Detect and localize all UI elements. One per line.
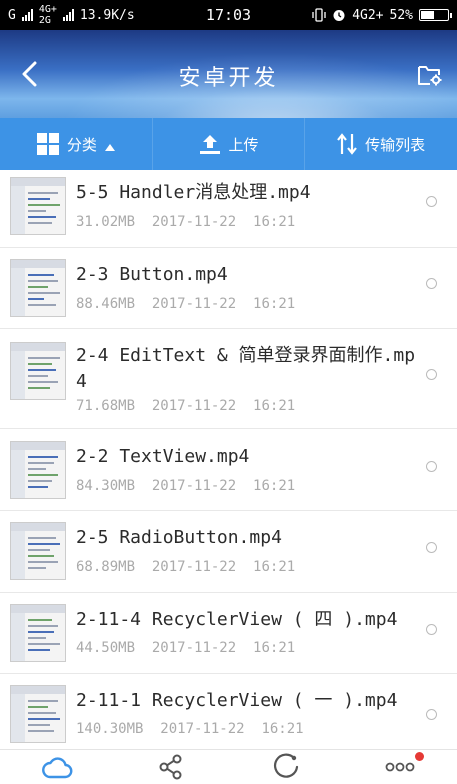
transfer-list-button[interactable]: 传输列表: [305, 118, 457, 170]
file-time: 16:21: [253, 478, 296, 494]
file-date: 2017-11-22: [151, 398, 237, 414]
file-meta: 71.68MB 2017-11-22 16:21: [76, 398, 295, 414]
select-radio[interactable]: [426, 196, 437, 207]
notification-dot: [415, 752, 424, 761]
discover-icon: [273, 753, 298, 778]
file-time: 16:21: [253, 640, 296, 656]
file-date: 2017-11-22: [151, 214, 237, 230]
page-title: 安卓开发: [178, 66, 279, 91]
network-bottom: 2G: [38, 15, 51, 26]
file-size: 88.46MB: [76, 296, 136, 312]
file-meta: 84.30MB 2017-11-22 16:21: [76, 478, 295, 494]
file-size: 44.50MB: [76, 640, 136, 656]
network-top: 4G+: [38, 4, 57, 15]
file-time: 16:21: [261, 721, 304, 737]
nav-share[interactable]: [114, 750, 228, 784]
video-thumbnail: [10, 177, 66, 235]
select-radio[interactable]: [426, 624, 437, 635]
file-name: 2-2 TextView.mp4: [76, 446, 250, 467]
signal-bars-icon: [21, 9, 33, 21]
file-name: 2-4 EditText & 简单登录界面制作.mp4: [76, 345, 416, 392]
file-name: 2-11-1 RecyclerView ( 一 ).mp4: [76, 690, 398, 711]
file-name: 5-5 Handler消息处理.mp4: [76, 182, 311, 203]
toolbar: 分类 上传 传输列表: [0, 118, 457, 170]
transfer-list-label: 传输列表: [365, 135, 426, 154]
select-radio[interactable]: [426, 278, 437, 289]
alarm-icon: [333, 10, 345, 21]
folder-settings-icon: [418, 66, 442, 86]
battery-icon: [419, 9, 452, 21]
file-item[interactable]: 5-5 Handler消息处理.mp4 31.02MB 2017-11-22 1…: [0, 170, 457, 248]
select-radio[interactable]: [426, 369, 437, 380]
file-meta: 68.89MB 2017-11-22 16:21: [76, 559, 295, 575]
category-button[interactable]: 分类: [0, 118, 153, 170]
file-item[interactable]: 2-11-1 RecyclerView ( 一 ).mp4 140.30MB 2…: [0, 674, 457, 750]
folder-settings-button[interactable]: [415, 60, 445, 90]
file-item[interactable]: 2-5 RadioButton.mp4 68.89MB 2017-11-22 1…: [0, 511, 457, 593]
upload-label: 上传: [228, 135, 259, 154]
vibrate-icon: [312, 8, 326, 22]
header: 安卓开发: [0, 30, 457, 118]
file-time: 16:21: [253, 398, 296, 414]
file-date: 2017-11-22: [151, 296, 237, 312]
video-thumbnail: [10, 685, 66, 743]
file-item[interactable]: 2-4 EditText & 简单登录界面制作.mp4 71.68MB 2017…: [0, 329, 457, 429]
carrier-label: G: [8, 7, 16, 23]
file-meta: 44.50MB 2017-11-22 16:21: [76, 640, 295, 656]
file-date: 2017-11-22: [160, 721, 245, 737]
file-item[interactable]: 2-11-4 RecyclerView ( 四 ).mp4 44.50MB 20…: [0, 593, 457, 674]
file-item[interactable]: 2-2 TextView.mp4 84.30MB 2017-11-22 16:2…: [0, 429, 457, 511]
file-meta: 140.30MB 2017-11-22 16:21: [76, 721, 304, 737]
file-name: 2-3 Button.mp4: [76, 264, 228, 285]
select-radio[interactable]: [426, 709, 437, 720]
video-thumbnail: [10, 441, 66, 499]
file-name: 2-11-4 RecyclerView ( 四 ).mp4: [76, 609, 398, 630]
nav-more[interactable]: [343, 750, 457, 784]
file-meta: 88.46MB 2017-11-22 16:21: [76, 296, 295, 312]
file-date: 2017-11-22: [151, 559, 237, 575]
file-time: 16:21: [253, 296, 296, 312]
file-size: 31.02MB: [76, 214, 136, 230]
clock: 17:03: [205, 6, 252, 24]
signal-bars-icon-2: [62, 9, 74, 21]
status-bar: G 4G+ 2G 13.9K/s 17:03 4G2+ 52%: [0, 0, 457, 30]
file-list: 5-5 Handler消息处理.mp4 31.02MB 2017-11-22 1…: [0, 170, 457, 750]
file-size: 71.68MB: [76, 398, 136, 414]
network-type-right: 4G2+: [352, 7, 384, 23]
video-thumbnail: [10, 522, 66, 580]
file-time: 16:21: [253, 559, 296, 575]
video-thumbnail: [10, 259, 66, 317]
nav-discover[interactable]: [229, 750, 343, 784]
file-date: 2017-11-22: [151, 478, 237, 494]
dropdown-triangle-icon: [104, 143, 115, 151]
file-size: 68.89MB: [76, 559, 136, 575]
transfer-arrows-icon: [337, 133, 358, 155]
bottom-nav: [0, 749, 457, 784]
file-size: 140.30MB: [76, 721, 144, 737]
category-label: 分类: [66, 135, 97, 154]
nav-cloud[interactable]: [0, 750, 114, 784]
status-left: G 4G+ 2G 13.9K/s: [8, 4, 135, 26]
file-size: 84.30MB: [76, 478, 136, 494]
network-type: 4G+ 2G: [39, 4, 57, 26]
more-icon: [385, 762, 415, 772]
video-thumbnail: [10, 342, 66, 400]
grid-icon: [36, 133, 59, 155]
file-time: 16:21: [253, 214, 296, 230]
file-name: 2-5 RadioButton.mp4: [76, 527, 282, 548]
video-thumbnail: [10, 604, 66, 662]
select-radio[interactable]: [426, 461, 437, 472]
battery-percent: 52%: [389, 7, 413, 23]
file-item[interactable]: 2-3 Button.mp4 88.46MB 2017-11-22 16:21: [0, 248, 457, 329]
upload-icon: [199, 135, 220, 154]
upload-button[interactable]: 上传: [153, 118, 306, 170]
file-meta: 31.02MB 2017-11-22 16:21: [76, 214, 295, 230]
select-radio[interactable]: [426, 542, 437, 553]
file-date: 2017-11-22: [151, 640, 237, 656]
cloud-icon: [42, 757, 73, 779]
status-right: 4G2+ 52%: [312, 7, 452, 23]
network-speed: 13.9K/s: [79, 7, 135, 23]
share-icon: [159, 754, 182, 780]
